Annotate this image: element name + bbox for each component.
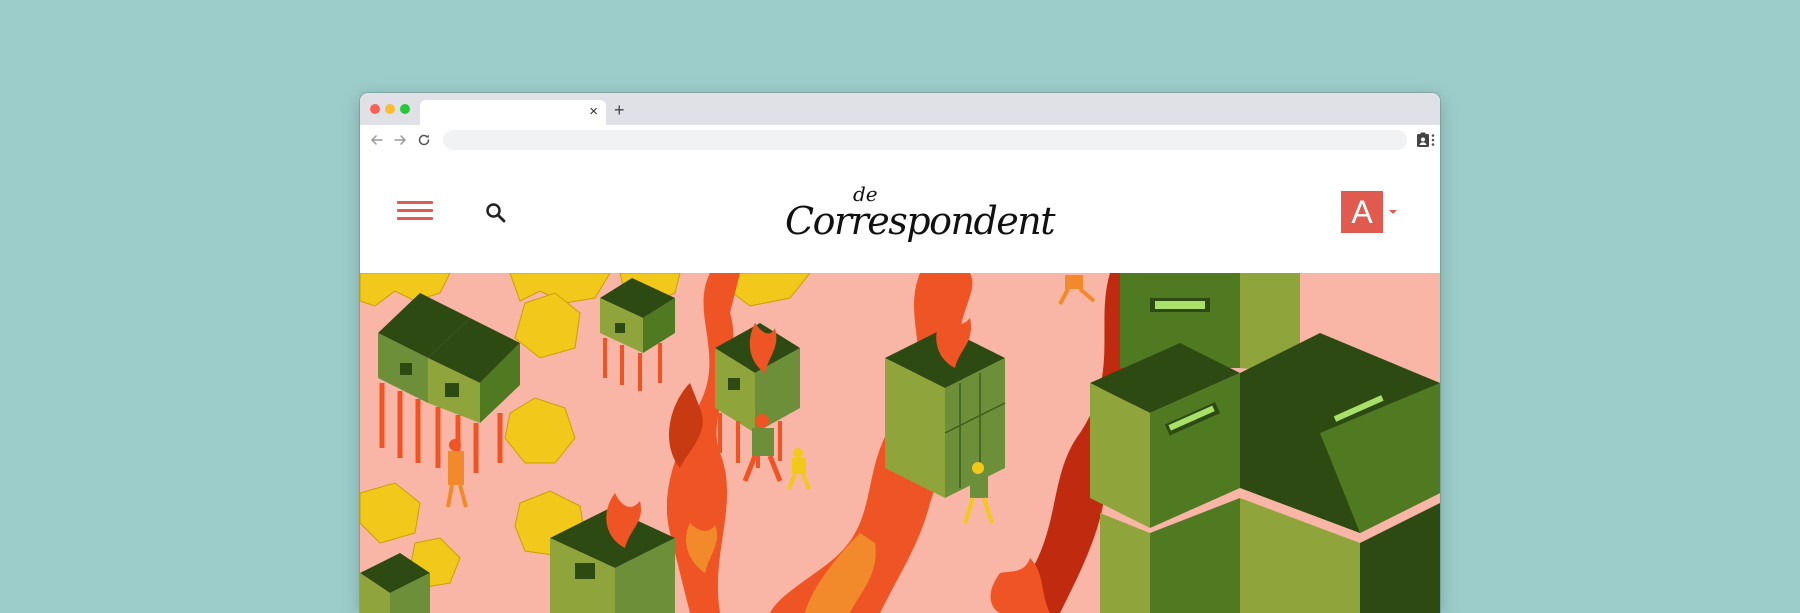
tab-strip: × + [360, 93, 1440, 125]
new-tab-button[interactable]: + [614, 99, 625, 121]
user-avatar[interactable]: A [1341, 191, 1383, 233]
forward-arrow-icon[interactable] [391, 131, 409, 149]
logo-wordmark: Correspondent [785, 199, 1056, 243]
site-logo[interactable]: de Correspondent [785, 182, 1056, 247]
close-window-button[interactable] [370, 104, 380, 114]
hero-illustration [360, 273, 1440, 613]
minimize-window-button[interactable] [385, 104, 395, 114]
reload-icon[interactable] [415, 131, 433, 149]
browser-tab[interactable]: × [420, 100, 606, 125]
browser-window: × + de Correspondent A [360, 93, 1440, 613]
kebab-menu-icon[interactable] [1424, 131, 1440, 149]
site-header: de Correspondent A [360, 155, 1440, 273]
browser-toolbar [360, 125, 1440, 156]
maximize-window-button[interactable] [400, 104, 410, 114]
hamburger-menu-icon[interactable] [397, 201, 433, 225]
caret-down-icon[interactable] [1389, 210, 1397, 214]
address-bar[interactable] [443, 130, 1407, 150]
tab-close-icon[interactable]: × [589, 103, 598, 121]
hero-illustration-art [360, 273, 1440, 613]
back-arrow-icon[interactable] [368, 131, 386, 149]
search-icon[interactable] [484, 201, 508, 225]
